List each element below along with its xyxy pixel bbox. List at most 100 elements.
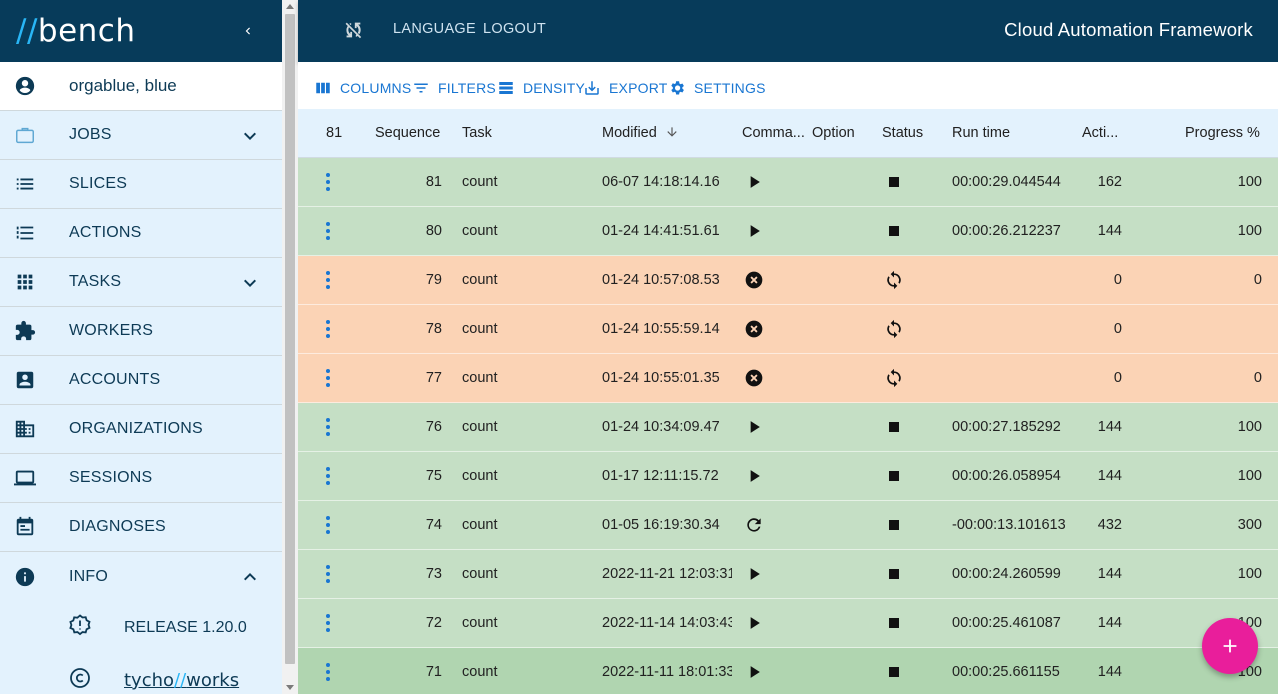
command-column-header[interactable]: Comma... (742, 125, 805, 141)
actions-column-header[interactable]: Acti... (1082, 125, 1118, 141)
row-menu-icon[interactable] (325, 369, 331, 389)
row-menu-icon[interactable] (325, 516, 331, 536)
sync-disabled-icon[interactable] (342, 19, 364, 41)
bench-logo[interactable]: //bench (16, 13, 135, 49)
table-row[interactable]: 81 count 06-07 14:18:14.16 00:00:29.044544 1… (298, 158, 1278, 207)
actions-cell: 144 (1097, 468, 1122, 484)
scroll-up-arrow-icon[interactable] (286, 4, 294, 9)
row-menu-icon[interactable] (325, 271, 331, 291)
row-menu-icon[interactable] (325, 418, 331, 438)
sidebar-item-tasks[interactable]: TASKS (0, 258, 282, 307)
table-row[interactable]: 72 count 2022-11-14 14:03:43. 00:00:25.4610… (298, 599, 1278, 648)
gear-icon (671, 81, 684, 95)
columns-icon (316, 82, 330, 94)
chevron-up-icon[interactable] (238, 565, 262, 589)
sidebar-item-info[interactable]: INFO (0, 552, 282, 601)
stop-icon (884, 613, 904, 633)
chevron-down-icon[interactable] (238, 124, 262, 148)
cancel-icon[interactable] (744, 368, 764, 388)
play-icon[interactable] (744, 466, 764, 486)
play-icon[interactable] (744, 613, 764, 633)
sequence-column-header[interactable]: Sequence (375, 125, 440, 141)
table-row[interactable]: 74 count 01-05 16:19:30.34 -00:00:13.101613… (298, 501, 1278, 550)
row-count-header: 81 (326, 125, 343, 141)
task-cell: count (462, 566, 498, 582)
logout-button[interactable]: LOGOUT (483, 21, 546, 37)
runtime-column-header[interactable]: Run time (952, 125, 1010, 141)
table-row[interactable]: 78 count 01-24 10:55:59.14 0 (298, 305, 1278, 354)
actions-cell: 0 (1113, 272, 1122, 288)
add-fab-button[interactable] (1202, 618, 1258, 674)
row-menu-icon[interactable] (325, 222, 331, 242)
sidebar-item-actions[interactable]: ACTIONS (0, 209, 282, 258)
user-profile[interactable]: orgablue, blue (0, 62, 282, 111)
play-icon[interactable] (744, 172, 764, 192)
task-cell: count (462, 517, 498, 533)
play-icon[interactable] (744, 662, 764, 682)
table-row[interactable]: 77 count 01-24 10:55:01.35 0 0 (298, 354, 1278, 403)
sidebar-item-slices[interactable]: SLICES (0, 160, 282, 209)
status-column-header[interactable]: Status (882, 125, 923, 141)
grid-body: 81 count 06-07 14:18:14.16 00:00:29.044544 1… (298, 158, 1278, 694)
table-row[interactable]: 71 count 2022-11-11 18:01:33.3 00:00:25.661… (298, 648, 1278, 694)
row-menu-icon[interactable] (325, 663, 331, 683)
table-row[interactable]: 73 count 2022-11-21 12:03:31.7 00:00:24.260… (298, 550, 1278, 599)
runtime-cell: 00:00:25.661155 (952, 664, 1060, 680)
list-icon (0, 173, 50, 195)
sidebar-item-label: ORGANIZATIONS (69, 420, 203, 437)
refresh-icon[interactable] (744, 515, 764, 535)
modified-column-header[interactable]: Modified (602, 125, 679, 141)
sidebar-item-workers[interactable]: WORKERS (0, 307, 282, 356)
row-menu-icon[interactable] (325, 614, 331, 634)
sidebar-item-sessions[interactable]: SESSIONS (0, 454, 282, 503)
release-item[interactable]: RELEASE 1.20.0 (0, 601, 282, 654)
option-column-header[interactable]: Option (812, 125, 855, 141)
grid-header: 81 Sequence Task Modified Comma... Optio… (298, 109, 1278, 158)
table-row[interactable]: 76 count 01-24 10:34:09.47 00:00:27.185292 1… (298, 403, 1278, 452)
sequence-cell: 80 (425, 223, 442, 239)
filters-button[interactable]: FILTERS (412, 79, 496, 97)
sidebar-item-accounts[interactable]: ACCOUNTS (0, 356, 282, 405)
info-icon (0, 566, 50, 588)
row-menu-icon[interactable] (325, 173, 331, 193)
collapse-sidebar-button[interactable] (236, 19, 260, 43)
scroll-down-arrow-icon[interactable] (286, 685, 294, 690)
export-button[interactable]: EXPORT (583, 79, 668, 97)
sidebar-item-label: DIAGNOSES (69, 518, 166, 535)
row-menu-icon[interactable] (325, 467, 331, 487)
table-row[interactable]: 75 count 01-17 12:11:15.72 00:00:26.058954 1… (298, 452, 1278, 501)
task-column-header[interactable]: Task (462, 125, 492, 141)
modified-cell: 01-24 10:55:01.35 (602, 370, 720, 386)
columns-button[interactable]: COLUMNS (314, 79, 411, 97)
table-row[interactable]: 80 count 01-24 14:41:51.61 00:00:26.212237 1… (298, 207, 1278, 256)
task-cell: count (462, 370, 498, 386)
sidebar-item-label: INFO (69, 567, 109, 585)
tychoworks-item[interactable]: tycho//works (0, 654, 282, 694)
progress-column-header[interactable]: Progress % (1185, 125, 1260, 141)
play-icon[interactable] (744, 564, 764, 584)
puzzle-icon (0, 320, 50, 342)
sidebar-item-organizations[interactable]: ORGANIZATIONS (0, 405, 282, 454)
play-icon[interactable] (744, 221, 764, 241)
scrollbar-thumb[interactable] (285, 14, 295, 664)
sidebar-item-diagnoses[interactable]: DIAGNOSES (0, 503, 282, 552)
cancel-icon[interactable] (744, 270, 764, 290)
stop-icon (884, 172, 904, 192)
cancel-icon[interactable] (744, 319, 764, 339)
row-menu-icon[interactable] (325, 565, 331, 585)
language-button[interactable]: LANGUAGE (393, 21, 476, 37)
sidebar-item-label: JOBS (69, 126, 112, 143)
row-menu-icon[interactable] (325, 320, 331, 340)
settings-button[interactable]: SETTINGS (668, 79, 766, 97)
density-button[interactable]: DENSITY (497, 79, 585, 97)
play-icon[interactable] (744, 417, 764, 437)
arrow-down-icon (667, 127, 677, 137)
sidebar-item-jobs[interactable]: JOBS (0, 111, 282, 160)
table-row[interactable]: 79 count 01-24 10:57:08.53 0 0 (298, 256, 1278, 305)
stop-icon (884, 662, 904, 682)
actions-cell: 162 (1097, 174, 1122, 190)
chevron-down-icon[interactable] (238, 271, 262, 295)
sidebar-item-label: SLICES (69, 175, 128, 192)
sidebar-scrollbar[interactable] (282, 0, 298, 694)
tychoworks-link[interactable]: tycho//works (124, 670, 239, 691)
